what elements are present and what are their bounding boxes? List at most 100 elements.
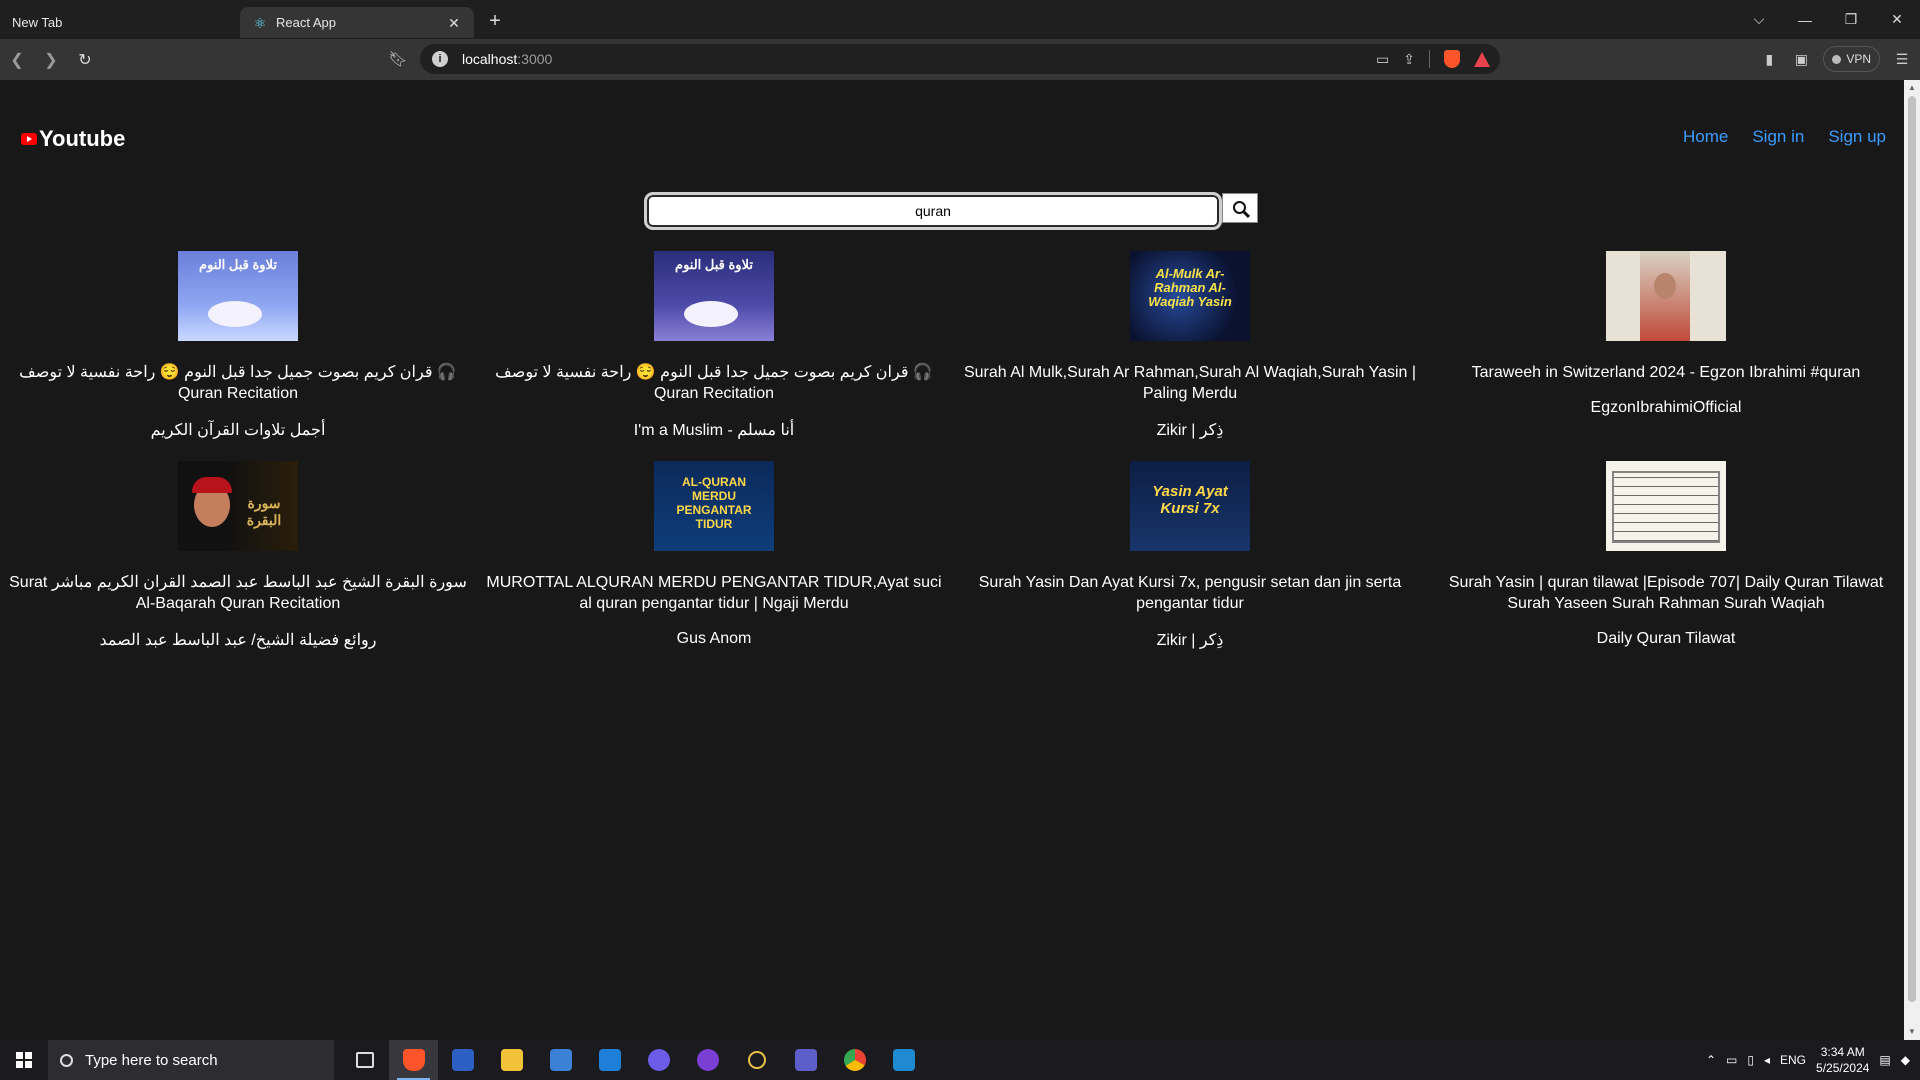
taskbar-brave[interactable] [389, 1040, 438, 1080]
restore-button[interactable]: ❐ [1828, 11, 1874, 28]
vpn-label: VPN [1846, 52, 1871, 66]
channel-name[interactable]: روائع فضيلة الشيخ/ عبد الباسط عبد الصمد [100, 630, 377, 650]
toolbar-right: ▮ ▣ VPN ☰ [1759, 44, 1912, 74]
video-thumbnail[interactable]: Yasin Ayat Kursi 7x [1130, 461, 1250, 551]
channel-name[interactable]: أجمل تلاوات القرآن الكريم [151, 420, 326, 440]
search-button[interactable] [1222, 193, 1258, 223]
video-title[interactable]: Surah Al Mulk,Surah Ar Rahman,Surah Al W… [952, 362, 1428, 404]
taskbar-word[interactable] [438, 1040, 487, 1080]
address-bar[interactable]: i localhost:3000 ▭ ⇪ [420, 44, 1500, 74]
video-thumbnail[interactable] [1606, 251, 1726, 341]
volume-icon[interactable]: ◂ [1764, 1053, 1770, 1067]
tab-new-tab[interactable]: New Tab [0, 7, 240, 38]
search-icon [1232, 200, 1246, 214]
youtube-logo[interactable]: Youtube [21, 126, 125, 152]
video-title[interactable]: Taraweeh in Switzerland 2024 - Egzon Ibr… [1468, 362, 1865, 383]
search-input[interactable] [644, 192, 1222, 230]
brave-rewards-icon[interactable] [1474, 51, 1490, 67]
taskbar-store[interactable] [536, 1040, 585, 1080]
scroll-up-arrow-icon[interactable]: ▲ [1904, 80, 1920, 96]
sidebar-icon[interactable]: ▮ [1759, 51, 1779, 68]
bookmark-icon[interactable]: 🔖︎ [386, 45, 410, 73]
taskbar-vscode[interactable] [879, 1040, 928, 1080]
video-card[interactable]: Surah Yasin | quran tilawat |Episode 707… [1428, 461, 1904, 671]
folder-icon [500, 1049, 523, 1071]
taskbar-mail[interactable] [585, 1040, 634, 1080]
back-button[interactable]: ❮ [0, 45, 34, 75]
video-title[interactable]: سورة البقرة الشيخ عبد الباسط عبد الصمد ا… [0, 572, 476, 614]
video-card[interactable]: Al-Mulk Ar-Rahman Al-Waqiah Yasin Surah … [952, 251, 1428, 461]
video-card[interactable]: تلاوة قبل النوم 🎧 قران كريم بصوت جميل جد… [0, 251, 476, 461]
taskbar-app-star[interactable] [683, 1040, 732, 1080]
scroll-down-arrow-icon[interactable]: ▼ [1904, 1024, 1920, 1040]
video-thumbnail[interactable]: AL-QURAN MERDU PENGANTAR TIDUR [654, 461, 774, 551]
close-window-button[interactable]: ✕ [1874, 11, 1920, 28]
sleeping-baby-image [208, 301, 262, 327]
channel-name[interactable]: أنا مسلم - I'm a Muslim [634, 420, 795, 440]
video-title[interactable]: 🎧 قران كريم بصوت جميل جدا قبل النوم 😌 را… [0, 362, 476, 404]
nav-sign-in-link[interactable]: Sign in [1752, 127, 1804, 147]
windows-icon [16, 1052, 32, 1068]
taskbar-file-explorer[interactable] [487, 1040, 536, 1080]
brave-shields-icon[interactable] [1444, 50, 1460, 68]
thumbnail-text: تلاوة قبل النوم [199, 257, 277, 272]
start-button[interactable] [0, 1040, 48, 1080]
system-tray: ⌃ ▭ ▯ ◂ ENG 3:34 AM 5/25/2024 ▤ ◆ [1706, 1040, 1920, 1080]
reload-button[interactable]: ↻ [68, 45, 102, 75]
video-thumbnail[interactable]: تلاوة قبل النوم [178, 251, 298, 341]
video-thumbnail[interactable]: Al-Mulk Ar-Rahman Al-Waqiah Yasin [1130, 251, 1250, 341]
page-scrollbar[interactable]: ▲ ▼ [1904, 80, 1920, 1040]
cast-icon[interactable]: ▭ [1376, 51, 1389, 68]
clock-time: 3:34 AM [1820, 1045, 1865, 1059]
video-title[interactable]: Surah Yasin | quran tilawat |Episode 707… [1428, 572, 1904, 614]
site-info-icon[interactable]: i [432, 51, 448, 67]
wallet-icon[interactable]: ▣ [1791, 51, 1811, 68]
menu-icon[interactable]: ☰ [1892, 51, 1912, 68]
store-icon [549, 1049, 572, 1071]
task-view-button[interactable] [340, 1040, 389, 1080]
video-card[interactable]: Taraweeh in Switzerland 2024 - Egzon Ibr… [1428, 251, 1904, 461]
copilot-icon[interactable]: ◆ [1901, 1053, 1910, 1067]
channel-name[interactable]: Gus Anom [677, 630, 752, 648]
video-title[interactable]: MUROTTAL ALQURAN MERDU PENGANTAR TIDUR,A… [476, 572, 952, 614]
clock[interactable]: 3:34 AM 5/25/2024 [1816, 1044, 1869, 1076]
video-card[interactable]: Yasin Ayat Kursi 7x Surah Yasin Dan Ayat… [952, 461, 1428, 671]
notifications-icon[interactable]: ▤ [1879, 1053, 1890, 1067]
taskbar-search[interactable]: Type here to search [48, 1040, 334, 1080]
taskbar-app-audio[interactable] [732, 1040, 781, 1080]
tab-react-app[interactable]: ⚛ React App ✕ [240, 7, 474, 38]
forward-button[interactable]: ❯ [34, 45, 68, 75]
video-card[interactable]: سورة البقرة سورة البقرة الشيخ عبد الباسط… [0, 461, 476, 671]
nav-home-link[interactable]: Home [1683, 127, 1728, 147]
close-tab-icon[interactable]: ✕ [446, 15, 462, 31]
channel-name[interactable]: EgzonIbrahimiOfficial [1591, 399, 1742, 417]
taskbar-chrome[interactable] [830, 1040, 879, 1080]
video-card[interactable]: AL-QURAN MERDU PENGANTAR TIDUR MUROTTAL … [476, 461, 952, 671]
windows-taskbar: Type here to search ⌃ ▭ ▯ ◂ ENG 3:34 AM … [0, 1040, 1920, 1080]
tab-search-chevron-icon[interactable]: ⌵ [1736, 11, 1782, 28]
thumbnail-text: Yasin Ayat Kursi 7x [1152, 483, 1228, 517]
video-grid: تلاوة قبل النوم 🎧 قران كريم بصوت جميل جد… [0, 251, 1904, 671]
taskbar-teams[interactable] [781, 1040, 830, 1080]
chevron-up-icon[interactable]: ⌃ [1706, 1053, 1716, 1067]
video-title[interactable]: Surah Yasin Dan Ayat Kursi 7x, pengusir … [952, 572, 1428, 614]
vpn-button[interactable]: VPN [1823, 46, 1880, 72]
channel-name[interactable]: Zikir | ذِكر [1157, 420, 1224, 440]
taskbar-media-player[interactable] [634, 1040, 683, 1080]
channel-name[interactable]: Daily Quran Tilawat [1597, 630, 1736, 648]
nav-sign-up-link[interactable]: Sign up [1828, 127, 1886, 147]
video-thumbnail[interactable] [1606, 461, 1726, 551]
network-icon[interactable]: ▯ [1747, 1053, 1754, 1067]
video-thumbnail[interactable]: تلاوة قبل النوم [654, 251, 774, 341]
video-thumbnail[interactable]: سورة البقرة [178, 461, 298, 551]
scrollbar-thumb[interactable] [1908, 96, 1916, 1002]
battery-icon[interactable]: ▭ [1726, 1053, 1737, 1067]
word-icon [451, 1049, 474, 1071]
new-tab-button[interactable]: + [480, 7, 510, 37]
share-icon[interactable]: ⇪ [1403, 51, 1415, 68]
video-title[interactable]: 🎧 قران كريم بصوت جميل جدا قبل النوم 😌 را… [476, 362, 952, 404]
minimize-button[interactable]: — [1782, 12, 1828, 28]
channel-name[interactable]: Zikir | ذِكر [1157, 630, 1224, 650]
language-indicator[interactable]: ENG [1780, 1053, 1806, 1067]
video-card[interactable]: تلاوة قبل النوم 🎧 قران كريم بصوت جميل جد… [476, 251, 952, 461]
